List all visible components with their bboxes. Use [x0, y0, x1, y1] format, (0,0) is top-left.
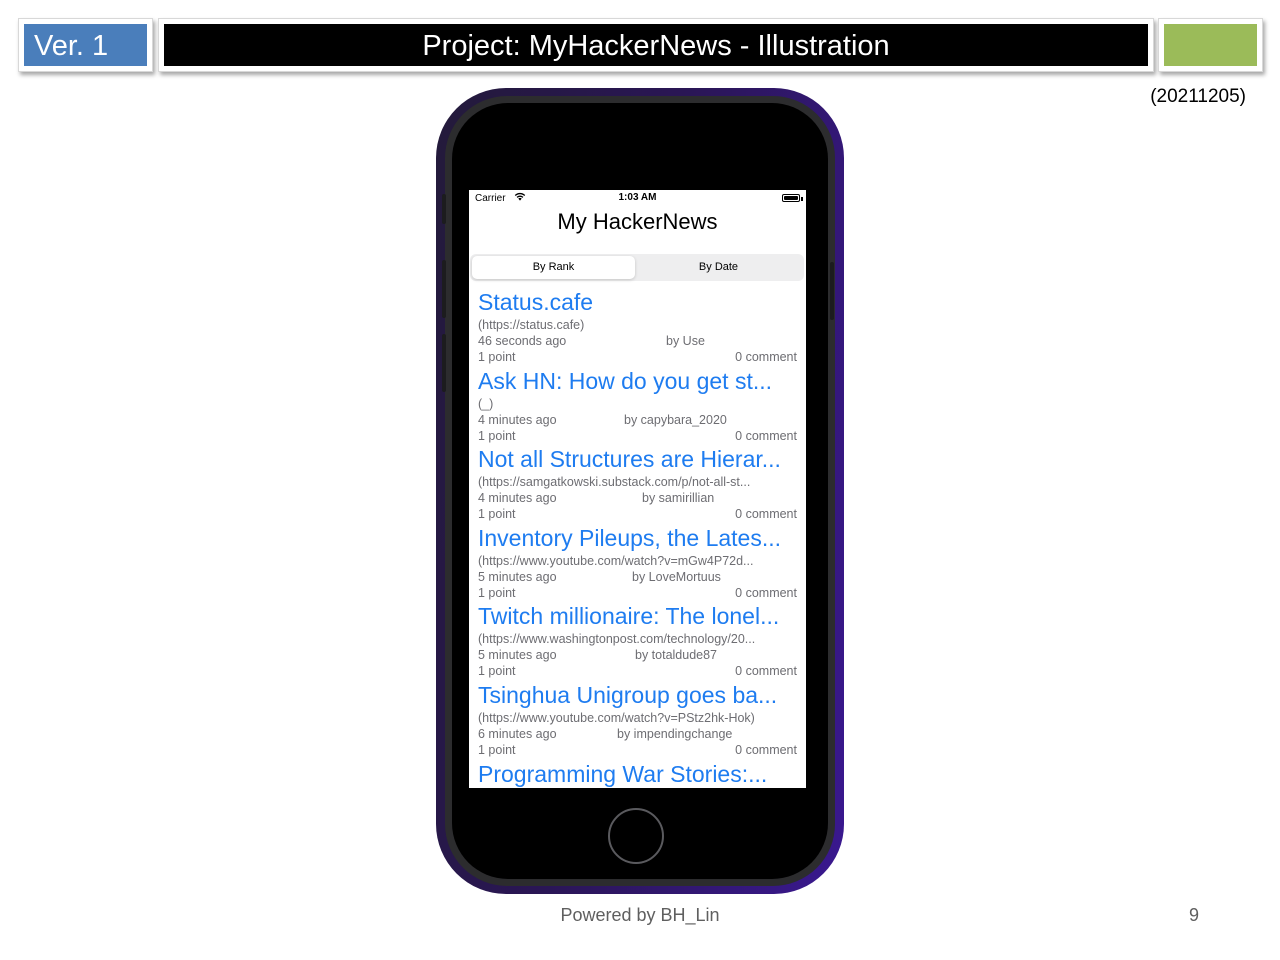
news-comments: 0 comment — [735, 350, 797, 364]
news-comments: 0 comment — [735, 585, 797, 600]
news-time: 5 minutes ago — [478, 569, 557, 584]
app-title: My HackerNews — [557, 209, 718, 234]
news-time: 5 minutes ago — [478, 648, 557, 663]
news-list: Status.cafe (https://status.cafe) 46 sec… — [469, 288, 806, 788]
volume-down-button — [442, 334, 446, 392]
news-url: (https://www.youtube.com/watch?v=mGw4P72… — [478, 553, 754, 568]
news-url: (https://samgatkowski.substack.com/p/not… — [478, 475, 751, 490]
news-time: 4 minutes ago — [478, 412, 557, 427]
battery-tip — [801, 197, 803, 201]
news-time: 4 minutes ago — [478, 491, 557, 506]
news-author: by LoveMortuus — [632, 569, 721, 584]
news-item[interactable]: Programming War Stories:... — [469, 760, 806, 788]
status-bar: Carrier 1:03 AM — [469, 190, 806, 208]
page-number: 9 — [1189, 905, 1200, 925]
news-title[interactable]: Twitch millionaire: The lonel... — [478, 602, 796, 630]
version-label: Ver. 1 — [34, 30, 109, 62]
power-button — [830, 262, 834, 320]
news-comments: 0 comment — [735, 742, 797, 757]
slide-title-bar: Project: MyHackerNews - Illustration — [158, 18, 1154, 72]
news-item[interactable]: Ask HN: How do you get st... (_) 4 minut… — [469, 367, 806, 446]
news-time: 6 minutes ago — [478, 726, 557, 741]
news-points: 1 point — [478, 507, 516, 522]
battery-icon — [782, 194, 800, 202]
news-points: 1 point — [478, 350, 516, 364]
news-title[interactable]: Inventory Pileups, the Lates... — [478, 524, 796, 552]
news-item[interactable]: Tsinghua Unigroup goes ba... (https://ww… — [469, 681, 806, 760]
news-item[interactable]: Not all Structures are Hierar... (https:… — [469, 445, 806, 524]
version-badge: Ver. 1 — [18, 18, 153, 72]
news-item[interactable]: Status.cafe (https://status.cafe) 46 sec… — [469, 288, 806, 367]
news-comments: 0 comment — [735, 507, 797, 522]
news-url: (https://www.youtube.com/watch?v=PStz2hk… — [478, 710, 755, 725]
news-points: 1 point — [478, 585, 516, 600]
news-item[interactable]: Twitch millionaire: The lonel... (https:… — [469, 602, 806, 681]
sort-segmented-control: By Rank By Date — [470, 254, 804, 281]
slide-date: (20211205) — [1150, 86, 1246, 107]
home-button[interactable] — [608, 808, 664, 864]
news-title[interactable]: Status.cafe — [478, 288, 796, 316]
slide-title: Project: MyHackerNews - Illustration — [422, 30, 890, 62]
segment-by-rank[interactable]: By Rank — [472, 256, 635, 279]
news-title[interactable]: Not all Structures are Hierar... — [478, 445, 796, 473]
news-url: (_) — [478, 396, 494, 411]
news-item[interactable]: Inventory Pileups, the Lates... (https:/… — [469, 524, 806, 603]
news-author: by totaldude87 — [635, 648, 718, 663]
phone-screen: Carrier 1:03 AM My HackerNews By Rank By… — [469, 190, 806, 788]
segment-by-date[interactable]: By Date — [637, 256, 800, 279]
news-author: by impendingchange — [617, 726, 733, 741]
news-points: 1 point — [478, 428, 516, 443]
news-author: by Use — [666, 334, 705, 348]
accent-block — [1158, 18, 1263, 72]
news-url: (https://status.cafe) — [478, 318, 585, 332]
news-author: by samirillian — [642, 491, 715, 506]
slide-footer: Powered by BH_Lin — [560, 905, 720, 925]
news-title[interactable]: Ask HN: How do you get st... — [478, 367, 796, 395]
news-title[interactable]: Programming War Stories:... — [478, 760, 796, 788]
volume-up-button — [442, 260, 446, 318]
news-time: 46 seconds ago — [478, 334, 567, 348]
news-points: 1 point — [478, 742, 516, 757]
mute-switch — [442, 194, 446, 224]
status-time: 1:03 AM — [618, 192, 657, 203]
news-points: 1 point — [478, 664, 516, 679]
news-comments: 0 comment — [735, 428, 797, 443]
news-author: by capybara_2020 — [624, 412, 727, 427]
news-title[interactable]: Tsinghua Unigroup goes ba... — [478, 681, 796, 709]
news-url: (https://www.washingtonpost.com/technolo… — [478, 632, 756, 647]
news-comments: 0 comment — [735, 664, 797, 679]
